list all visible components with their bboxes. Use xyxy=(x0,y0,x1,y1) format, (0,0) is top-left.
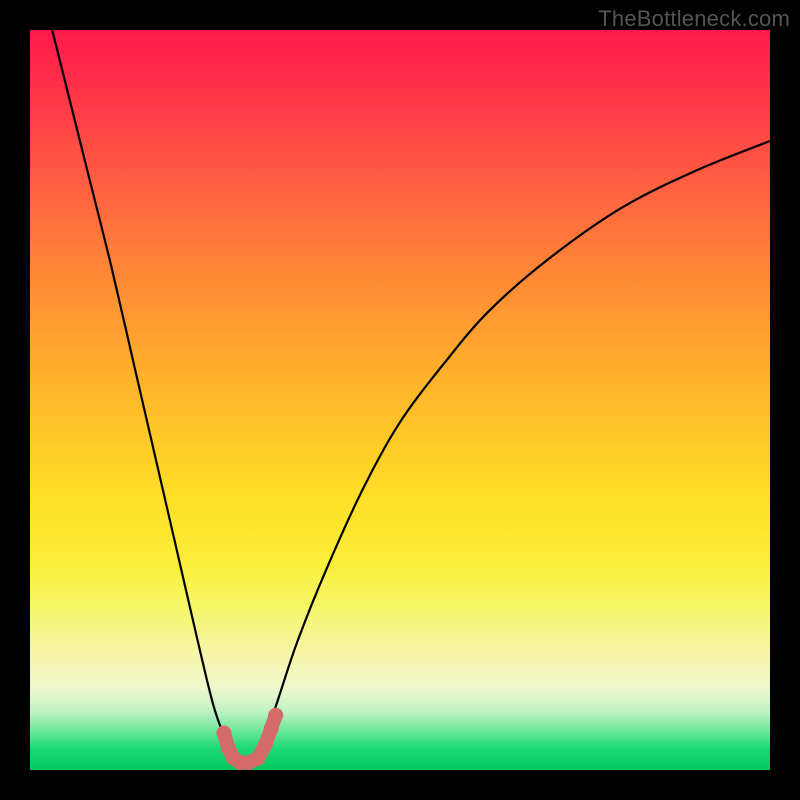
vertex-marker-dot xyxy=(264,721,279,736)
vertex-marker-dot xyxy=(250,751,265,766)
vertex-marker-group xyxy=(216,708,283,770)
vertex-marker-dot xyxy=(216,726,231,741)
bottleneck-curve xyxy=(52,30,770,764)
vertex-marker-dot xyxy=(268,708,283,723)
attribution-text: TheBottleneck.com xyxy=(598,6,790,32)
chart-frame: TheBottleneck.com xyxy=(0,0,800,800)
vertex-marker-dot xyxy=(258,737,273,752)
bottleneck-curve-svg xyxy=(30,30,770,770)
plot-area xyxy=(30,30,770,770)
